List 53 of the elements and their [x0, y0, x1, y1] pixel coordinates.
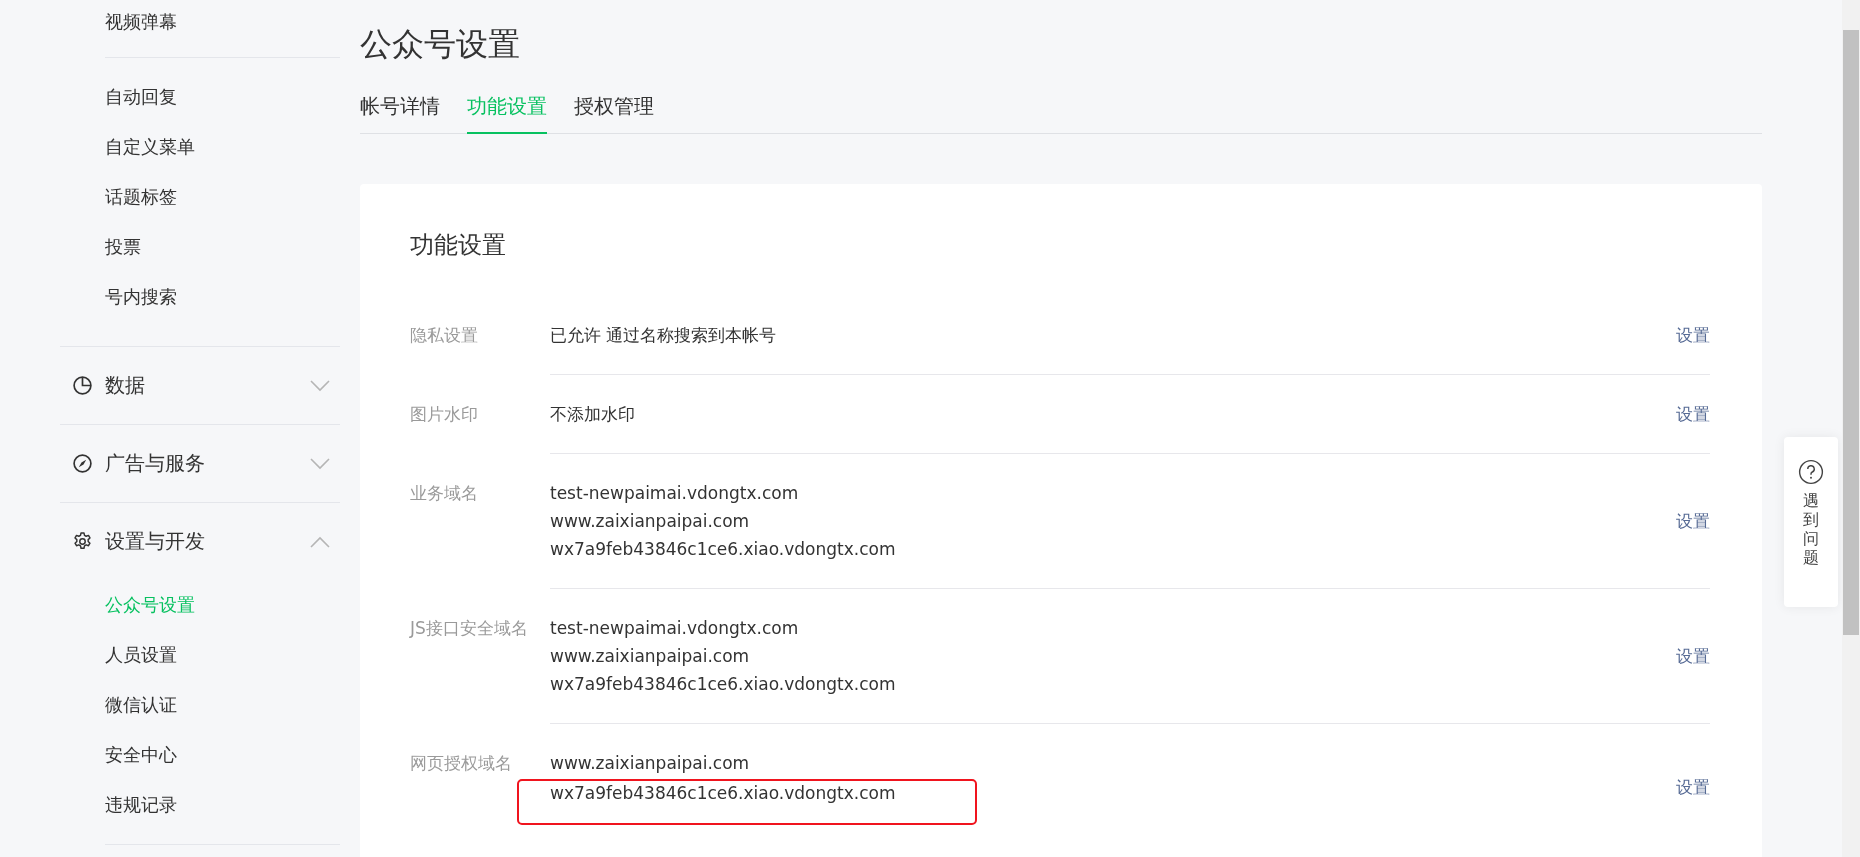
chevron-down-icon	[310, 457, 330, 470]
sidebar-item[interactable]: 安全中心	[105, 730, 177, 780]
setting-value: www.zaixianpaipai.com	[550, 646, 750, 666]
compass-icon	[72, 453, 93, 474]
help-icon	[1798, 459, 1824, 485]
help-label: 题	[1803, 548, 1819, 567]
group-title: 广告与服务	[105, 450, 205, 477]
setting-label: 图片水印	[410, 403, 479, 426]
chevron-down-icon	[310, 379, 330, 392]
group-title: 设置与开发	[105, 528, 205, 555]
card-title: 功能设置	[410, 230, 507, 260]
help-label: 到	[1803, 510, 1819, 529]
sidebar-item[interactable]: 号内搜索	[105, 272, 177, 322]
help-label: 遇	[1803, 491, 1819, 510]
setting-value: wx7a9feb43846c1ce6.xiao.vdongtx.com	[550, 783, 896, 803]
sidebar-group[interactable]: 数据	[60, 347, 340, 424]
setting-value: wx7a9feb43846c1ce6.xiao.vdongtx.com	[550, 539, 896, 559]
help-button[interactable]: 遇 到 问 题	[1784, 437, 1838, 607]
help-label: 问	[1803, 529, 1819, 548]
sidebar-item[interactable]: 自动回复	[105, 72, 177, 122]
setting-label: JS接口安全域名	[410, 617, 529, 640]
sidebar-group[interactable]: 广告与服务	[60, 425, 340, 502]
setting-value: www.zaixianpaipai.com	[550, 511, 750, 531]
settings-link[interactable]: 设置	[1676, 323, 1710, 347]
settings-icon	[72, 531, 93, 552]
setting-label: 业务域名	[410, 482, 479, 505]
sidebar-item[interactable]: 话题标签	[105, 172, 177, 222]
sidebar-item[interactable]: 投票	[105, 222, 141, 272]
chevron-up-icon	[310, 535, 330, 548]
pie-chart-icon	[72, 375, 93, 396]
setting-value: wx7a9feb43846c1ce6.xiao.vdongtx.com	[550, 674, 896, 694]
setting-label: 隐私设置	[410, 324, 479, 347]
setting-value: www.zaixianpaipai.com	[550, 753, 750, 773]
settings-link[interactable]: 设置	[1676, 402, 1710, 426]
setting-value: 不添加水印	[550, 404, 635, 424]
setting-value: 已允许 通过名称搜索到本帐号	[550, 325, 777, 345]
group-title: 数据	[105, 372, 145, 399]
sidebar-item[interactable]: 视频弹幕	[105, 0, 177, 45]
sidebar-group[interactable]: 设置与开发	[60, 503, 340, 580]
settings-link[interactable]: 设置	[1676, 509, 1710, 533]
settings-link[interactable]: 设置	[1676, 775, 1710, 799]
tab[interactable]: 帐号详情	[360, 94, 440, 134]
tab[interactable]: 授权管理	[574, 94, 654, 134]
setting-label: 网页授权域名	[410, 752, 513, 775]
scrollbar[interactable]	[1842, 0, 1860, 857]
sidebar-item[interactable]: 人员设置	[105, 630, 177, 680]
setting-value: test-newpaimai.vdongtx.com	[550, 483, 799, 503]
settings-link[interactable]: 设置	[1676, 644, 1710, 668]
sidebar-item[interactable]: 自定义菜单	[105, 122, 195, 172]
sidebar-item[interactable]: 微信认证	[105, 680, 177, 730]
sidebar-item[interactable]: 违规记录	[105, 780, 177, 830]
page-title: 公众号设置	[360, 24, 521, 65]
setting-value: test-newpaimai.vdongtx.com	[550, 618, 799, 638]
